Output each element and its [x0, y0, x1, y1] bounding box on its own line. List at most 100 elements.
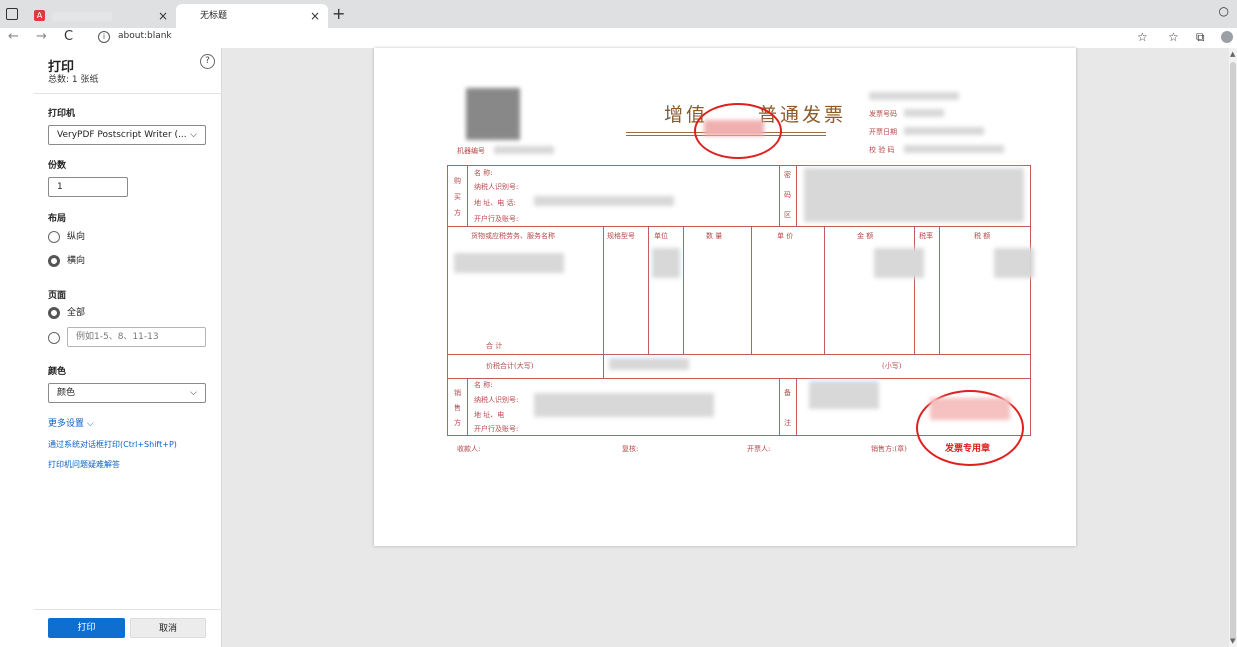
table-line	[914, 226, 915, 354]
system-dialog-link[interactable]: 通过系统对话框打印(Ctrl+Shift+P)	[48, 439, 177, 450]
buyer-address-label: 地 址、电 话:	[474, 199, 516, 207]
tab-close-icon[interactable]: ×	[310, 4, 320, 28]
help-icon[interactable]: ?	[200, 54, 215, 69]
scroll-up-icon[interactable]: ▲	[1230, 50, 1235, 58]
copies-input[interactable]: 1	[48, 177, 128, 197]
site-info-icon[interactable]: i	[98, 31, 110, 43]
column-header: 货物或应税劳务、服务名称	[471, 232, 555, 240]
tab-first[interactable]: A ×	[26, 4, 176, 28]
table-line	[467, 378, 468, 436]
redacted-value	[869, 92, 959, 100]
footer-drawer: 开票人:	[747, 445, 771, 453]
scrollbar[interactable]: ▲ ▼	[1229, 48, 1237, 647]
scroll-down-icon[interactable]: ▼	[1230, 637, 1235, 645]
favorites-icon[interactable]: ☆	[1168, 30, 1179, 44]
cancel-button[interactable]: 取消	[130, 618, 206, 638]
address-bar: ← → C i about:blank ☆ ☆ ⧉	[0, 28, 1237, 48]
table-line	[603, 226, 604, 378]
total-label: 合 计	[486, 342, 503, 350]
layout-portrait-label: 纵向	[67, 232, 86, 242]
table-line	[648, 226, 649, 354]
radio-button-selected[interactable]	[48, 307, 60, 319]
total-incl-tax-label: 价税合计(大写)	[486, 362, 534, 370]
redacted-value	[809, 381, 879, 409]
profile-avatar-icon[interactable]	[1221, 31, 1233, 43]
color-value: 颜色	[57, 388, 76, 398]
password-char: 区	[784, 211, 791, 219]
tab-bar: A × 无标题 × + ○	[0, 0, 1237, 28]
layout-landscape-label: 横向	[67, 256, 86, 266]
tab-close-icon[interactable]: ×	[158, 4, 168, 28]
radio-button-selected[interactable]	[48, 255, 60, 267]
new-tab-button[interactable]: +	[332, 4, 345, 23]
url-text[interactable]: about:blank	[118, 31, 172, 41]
layout-label: 布局	[48, 214, 67, 224]
table-line	[447, 226, 1031, 227]
footer-reviewer: 复核:	[622, 445, 639, 453]
seller-side-char: 方	[454, 419, 461, 427]
seller-side-char: 售	[454, 404, 461, 412]
table-line	[796, 378, 797, 436]
redacted-value	[534, 196, 674, 206]
password-char: 密	[784, 171, 791, 179]
redacted-value	[904, 109, 944, 117]
stamp-redacted	[930, 398, 1010, 420]
redacted-value	[534, 393, 714, 417]
divider	[34, 609, 222, 610]
buyer-bank-label: 开户行及账号:	[474, 215, 519, 223]
app-favicon-icon: A	[34, 10, 45, 21]
column-header: 规格型号	[607, 232, 635, 240]
remarks-char: 备	[784, 389, 791, 397]
tab-actions-icon[interactable]	[6, 8, 18, 20]
printer-label: 打印机	[48, 109, 76, 119]
redacted-value	[904, 145, 1004, 153]
redacted-item	[454, 253, 564, 273]
reload-button[interactable]: C	[64, 29, 73, 44]
printer-value: VeryPDF Postscript Writer (...	[57, 130, 187, 140]
seller-taxid-label: 纳税人识别号:	[474, 396, 519, 404]
window-control-icon[interactable]: ○	[1219, 4, 1229, 18]
password-char: 码	[784, 191, 791, 199]
copies-label: 份数	[48, 161, 67, 171]
chevron-down-icon: ⌵	[190, 130, 197, 140]
color-select[interactable]: 颜色 ⌵	[48, 383, 206, 403]
issue-date-label: 开票日期	[869, 128, 897, 136]
add-favorite-icon[interactable]: ☆	[1137, 30, 1148, 44]
buyer-side-char: 方	[454, 209, 461, 217]
troubleshoot-link[interactable]: 打印机问题疑难解答	[48, 459, 120, 470]
tab-title-redacted	[52, 12, 112, 21]
tab-title: 无标题	[200, 11, 228, 21]
machine-no-label: 机器编号	[457, 147, 485, 155]
remarks-char: 注	[784, 419, 791, 427]
printer-select[interactable]: VeryPDF Postscript Writer (... ⌵	[48, 125, 206, 145]
print-button[interactable]: 打印	[48, 618, 125, 638]
redacted-value	[904, 127, 984, 135]
pages-label: 页面	[48, 291, 67, 301]
back-button[interactable]: ←	[8, 29, 19, 44]
more-settings-link[interactable]: 更多设置 ⌵	[48, 416, 94, 429]
buyer-side-char: 买	[454, 193, 461, 201]
footer-seller: 销售方:(章)	[871, 445, 907, 453]
footer-payee: 收款人:	[457, 445, 481, 453]
radio-button[interactable]	[48, 231, 60, 243]
column-header: 数 量	[706, 232, 723, 240]
table-line	[751, 226, 752, 354]
seller-side-char: 销	[454, 389, 461, 397]
invoice-code-label: 发票号码	[869, 110, 897, 118]
pages-range-input[interactable]: 例如1-5、8、11-13	[67, 327, 206, 347]
tab-untitled[interactable]: 无标题 ×	[176, 4, 328, 28]
table-line	[796, 165, 797, 226]
buyer-side-char: 购	[454, 177, 461, 185]
table-line	[447, 354, 1031, 355]
scroll-thumb[interactable]	[1230, 62, 1236, 642]
small-amount-label: (小写)	[882, 362, 902, 370]
seller-name-label: 名 称:	[474, 381, 493, 389]
left-gutter	[0, 48, 34, 647]
radio-button[interactable]	[48, 332, 60, 344]
redacted-password	[804, 168, 1024, 222]
qr-code-redacted	[466, 88, 520, 140]
color-label: 颜色	[48, 367, 67, 377]
forward-button[interactable]: →	[36, 29, 47, 44]
buyer-taxid-label: 纳税人识别号:	[474, 183, 519, 191]
collections-icon[interactable]: ⧉	[1196, 30, 1205, 45]
